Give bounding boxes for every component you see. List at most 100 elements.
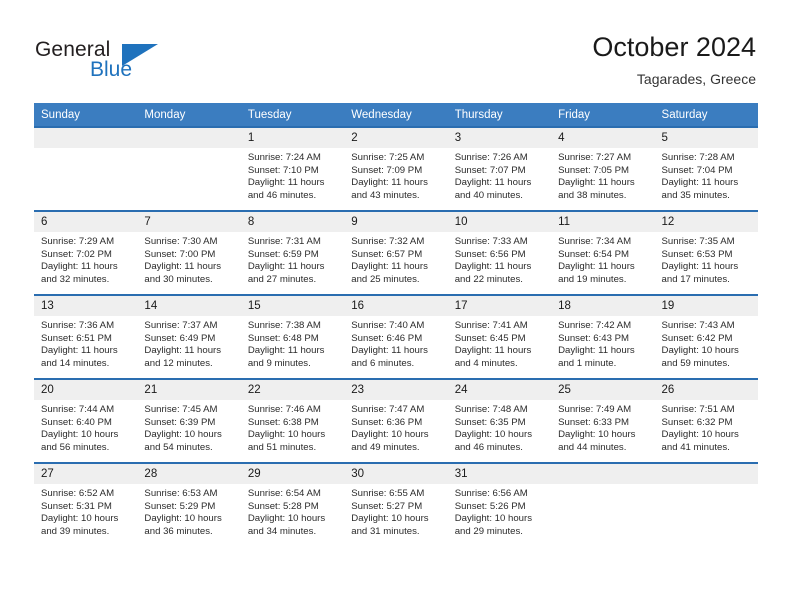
calendar-day-cell[interactable]: 11 Sunrise: 7:34 AM Sunset: 6:54 PM Dayligh… <box>551 210 655 295</box>
sunrise-text: Sunrise: 7:47 AM <box>351 404 425 415</box>
calendar-day-cell[interactable]: 31 Sunrise: 6:56 AM Sunset: 5:26 PM Dayligh… <box>447 462 552 546</box>
day-details: Sunrise: 7:41 AM Sunset: 6:45 PM Daylight:… <box>448 316 551 378</box>
calendar-grid: Sunday Monday Tuesday Wednesday Thursday… <box>34 103 758 546</box>
sunset-text: Sunset: 6:49 PM <box>144 332 216 344</box>
calendar-body: 1 Sunrise: 7:24 AM Sunset: 7:10 PM Daylight… <box>34 126 758 546</box>
daylight-text-line2: and 34 minutes. <box>247 525 317 537</box>
logo-text-blue: Blue <box>90 58 133 81</box>
calendar-day-cell[interactable]: 16 Sunrise: 7:40 AM Sunset: 6:46 PM Dayligh… <box>344 294 448 379</box>
day-number: 29 <box>240 464 345 484</box>
day-details: Sunrise: 7:33 AM Sunset: 6:56 PM Daylight:… <box>448 232 551 294</box>
calendar-day-cell[interactable]: 19 Sunrise: 7:43 AM Sunset: 6:42 PM Dayligh… <box>654 294 758 379</box>
day-details <box>551 484 654 546</box>
day-details: Sunrise: 7:44 AM Sunset: 6:40 PM Daylight:… <box>34 400 137 462</box>
calendar-day-cell[interactable]: 8 Sunrise: 7:31 AM Sunset: 6:59 PM Daylight… <box>240 210 345 295</box>
daylight-text-line1: Daylight: 11 hours <box>41 261 118 273</box>
sunrise-text: Sunrise: 7:48 AM <box>454 404 528 415</box>
day-number: 15 <box>240 296 345 316</box>
sunset-text: Sunset: 6:32 PM <box>661 416 733 428</box>
page-title: October 2024 <box>592 32 756 62</box>
page-subtitle-location: Tagarades, Greece <box>636 71 756 87</box>
calendar-day-cell[interactable]: 3 Sunrise: 7:26 AM Sunset: 7:07 PM Daylight… <box>447 126 552 211</box>
calendar-day-cell[interactable]: 18 Sunrise: 7:42 AM Sunset: 6:43 PM Dayligh… <box>551 294 655 379</box>
calendar-day-cell[interactable]: 9 Sunrise: 7:32 AM Sunset: 6:57 PM Daylight… <box>344 210 448 295</box>
day-details: Sunrise: 7:38 AM Sunset: 6:48 PM Daylight:… <box>241 316 344 378</box>
day-number: 2 <box>344 128 448 148</box>
daylight-text-line1: Daylight: 11 hours <box>41 345 118 357</box>
calendar-day-cell[interactable]: 20 Sunrise: 7:44 AM Sunset: 6:40 PM Dayligh… <box>34 378 138 463</box>
calendar-day-cell[interactable]: 27 Sunrise: 6:52 AM Sunset: 5:31 PM Dayligh… <box>34 462 138 546</box>
day-details: Sunrise: 7:37 AM Sunset: 6:49 PM Daylight:… <box>137 316 240 378</box>
sunset-text: Sunset: 5:31 PM <box>41 500 112 512</box>
sunrise-text: Sunrise: 7:33 AM <box>454 236 528 247</box>
sunset-text: Sunset: 6:40 PM <box>41 416 112 428</box>
daylight-text-line1: Daylight: 10 hours <box>454 513 533 525</box>
sunset-text: Sunset: 7:00 PM <box>144 248 216 260</box>
day-details: Sunrise: 7:36 AM Sunset: 6:51 PM Daylight:… <box>34 316 137 378</box>
day-details: Sunrise: 6:53 AM Sunset: 5:29 PM Daylight:… <box>137 484 240 546</box>
calendar-day-cell-empty <box>137 126 241 211</box>
daylight-text-line1: Daylight: 11 hours <box>558 345 635 357</box>
weekday-header-sunday: Sunday <box>34 103 138 127</box>
daylight-text-line1: Daylight: 10 hours <box>661 429 739 441</box>
day-details: Sunrise: 7:27 AM Sunset: 7:05 PM Daylight:… <box>551 148 654 210</box>
calendar-day-cell[interactable]: 14 Sunrise: 7:37 AM Sunset: 6:49 PM Dayligh… <box>137 294 241 379</box>
daylight-text-line1: Daylight: 11 hours <box>558 177 635 189</box>
daylight-text-line1: Daylight: 11 hours <box>351 345 428 357</box>
calendar-day-cell[interactable]: 13 Sunrise: 7:36 AM Sunset: 6:51 PM Dayligh… <box>34 294 138 379</box>
weekday-header-monday: Monday <box>137 103 241 127</box>
day-details: Sunrise: 7:46 AM Sunset: 6:38 PM Daylight:… <box>241 400 344 462</box>
calendar-day-cell[interactable]: 28 Sunrise: 6:53 AM Sunset: 5:29 PM Dayligh… <box>137 462 241 546</box>
weekday-header-thursday: Thursday <box>447 103 552 127</box>
sunset-text: Sunset: 6:36 PM <box>351 416 423 428</box>
day-number: 31 <box>447 464 552 484</box>
daylight-text-line1: Daylight: 11 hours <box>454 345 532 357</box>
calendar-day-cell[interactable]: 29 Sunrise: 6:54 AM Sunset: 5:28 PM Dayligh… <box>240 462 345 546</box>
day-details: Sunrise: 7:47 AM Sunset: 6:36 PM Daylight:… <box>344 400 447 462</box>
day-details: Sunrise: 7:40 AM Sunset: 6:46 PM Daylight:… <box>344 316 447 378</box>
calendar-day-cell[interactable]: 10 Sunrise: 7:33 AM Sunset: 6:56 PM Dayligh… <box>447 210 552 295</box>
calendar-day-cell[interactable]: 21 Sunrise: 7:45 AM Sunset: 6:39 PM Dayligh… <box>137 378 241 463</box>
calendar-day-cell[interactable]: 1 Sunrise: 7:24 AM Sunset: 7:10 PM Daylight… <box>240 126 345 211</box>
daylight-text-line2: and 38 minutes. <box>558 189 627 201</box>
day-details: Sunrise: 7:34 AM Sunset: 6:54 PM Daylight:… <box>551 232 654 294</box>
day-number: 4 <box>551 128 655 148</box>
day-number <box>34 128 138 148</box>
sunset-text: Sunset: 6:57 PM <box>351 248 423 260</box>
day-number: 24 <box>447 380 552 400</box>
calendar-day-cell[interactable]: 25 Sunrise: 7:49 AM Sunset: 6:33 PM Dayligh… <box>551 378 655 463</box>
calendar-day-cell[interactable]: 6 Sunrise: 7:29 AM Sunset: 7:02 PM Daylight… <box>34 210 138 295</box>
daylight-text-line1: Daylight: 11 hours <box>454 177 532 189</box>
day-details: Sunrise: 7:29 AM Sunset: 7:02 PM Daylight:… <box>34 232 137 294</box>
calendar-day-cell[interactable]: 17 Sunrise: 7:41 AM Sunset: 6:45 PM Dayligh… <box>447 294 552 379</box>
daylight-text-line2: and 40 minutes. <box>454 189 523 201</box>
sunset-text: Sunset: 6:46 PM <box>351 332 423 344</box>
sunrise-text: Sunrise: 7:34 AM <box>558 236 632 247</box>
weekday-header-saturday: Saturday <box>654 103 758 127</box>
calendar-day-cell[interactable]: 12 Sunrise: 7:35 AM Sunset: 6:53 PM Dayligh… <box>654 210 758 295</box>
day-number: 12 <box>654 212 758 232</box>
sunset-text: Sunset: 7:05 PM <box>558 164 630 176</box>
calendar-day-cell[interactable]: 4 Sunrise: 7:27 AM Sunset: 7:05 PM Daylight… <box>551 126 655 211</box>
day-number <box>654 464 758 484</box>
sunset-text: Sunset: 6:39 PM <box>144 416 216 428</box>
calendar-day-cell[interactable]: 5 Sunrise: 7:28 AM Sunset: 7:04 PM Daylight… <box>654 126 758 211</box>
calendar-day-cell[interactable]: 7 Sunrise: 7:30 AM Sunset: 7:00 PM Daylight… <box>137 210 241 295</box>
calendar-day-cell[interactable]: 22 Sunrise: 7:46 AM Sunset: 6:38 PM Dayligh… <box>240 378 345 463</box>
day-number: 14 <box>137 296 241 316</box>
weekday-header-friday: Friday <box>551 103 655 127</box>
calendar-day-cell[interactable]: 2 Sunrise: 7:25 AM Sunset: 7:09 PM Daylight… <box>344 126 448 211</box>
calendar-day-cell[interactable]: 23 Sunrise: 7:47 AM Sunset: 6:36 PM Dayligh… <box>344 378 448 463</box>
day-details: Sunrise: 7:24 AM Sunset: 7:10 PM Daylight:… <box>241 148 344 210</box>
calendar-day-cell[interactable]: 24 Sunrise: 7:48 AM Sunset: 6:35 PM Dayligh… <box>447 378 552 463</box>
daylight-text-line2: and 29 minutes. <box>454 525 523 537</box>
sunset-text: Sunset: 7:09 PM <box>351 164 423 176</box>
daylight-text-line2: and 27 minutes. <box>247 273 317 285</box>
daylight-text-line1: Daylight: 11 hours <box>661 177 739 189</box>
calendar-day-cell[interactable]: 26 Sunrise: 7:51 AM Sunset: 6:32 PM Dayligh… <box>654 378 758 463</box>
day-number: 5 <box>654 128 758 148</box>
day-details <box>655 484 758 546</box>
calendar-day-cell[interactable]: 15 Sunrise: 7:38 AM Sunset: 6:48 PM Dayligh… <box>240 294 345 379</box>
sunrise-text: Sunrise: 7:30 AM <box>144 236 218 247</box>
calendar-day-cell[interactable]: 30 Sunrise: 6:55 AM Sunset: 5:27 PM Dayligh… <box>344 462 448 546</box>
